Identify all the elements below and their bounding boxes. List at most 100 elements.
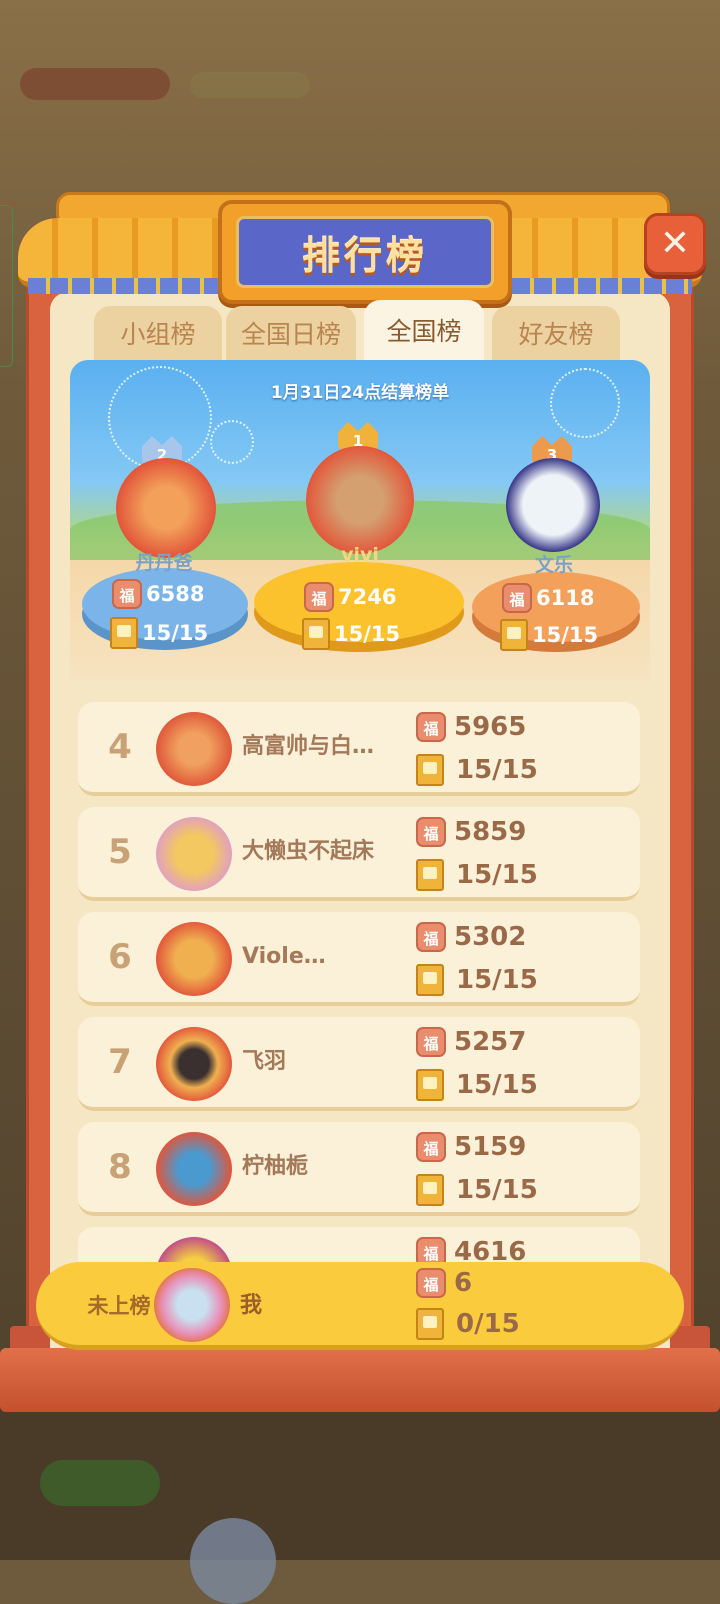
- my-rank: 未上榜: [87, 1294, 151, 1318]
- fu-icon: 福: [416, 1132, 446, 1162]
- podium-score-1: 福 7246: [304, 582, 396, 612]
- podium-progress-2-value: 15/15: [142, 621, 209, 645]
- podium-progress-2: 15/15: [110, 617, 208, 649]
- my-progress: 0/15: [416, 1308, 520, 1340]
- row-progress: 15/15: [416, 754, 538, 786]
- tab-national-daily[interactable]: 全国日榜: [226, 306, 356, 360]
- row-score: 福 5159: [416, 1132, 526, 1162]
- title-plaque: 排行榜: [218, 200, 512, 304]
- my-rank-row[interactable]: 未上榜 我 福6 0/15: [36, 1262, 684, 1350]
- settlement-note: 1月31日24点结算榜单: [270, 383, 450, 403]
- podium-progress-3: 15/15: [500, 619, 598, 651]
- row-score: 福 5302: [416, 922, 526, 952]
- my-score: 福6: [416, 1268, 472, 1298]
- tab-national[interactable]: 全国榜: [364, 300, 484, 360]
- row-name: 高富帅与白…: [242, 734, 375, 759]
- row-score: 福 5257: [416, 1027, 526, 1057]
- fu-icon: 福: [416, 817, 446, 847]
- my-score-value: 6: [454, 1268, 473, 1298]
- tab-friends[interactable]: 好友榜: [492, 306, 620, 360]
- book-icon: [416, 1308, 444, 1340]
- row-score-value: 5302: [454, 922, 527, 952]
- book-icon: [416, 754, 444, 786]
- book-icon: [110, 617, 138, 649]
- row-score: 福 5859: [416, 817, 526, 847]
- row-score-value: 5159: [454, 1132, 527, 1162]
- row-rank: 5: [108, 832, 132, 872]
- row-name: 柠柚栀: [242, 1154, 309, 1179]
- row-score-value: 5257: [454, 1027, 527, 1057]
- podium-progress-1-value: 15/15: [334, 622, 401, 646]
- avatar-rank-3[interactable]: [506, 458, 600, 552]
- row-progress-value: 15/15: [456, 755, 538, 785]
- row-score: 福 5965: [416, 712, 526, 742]
- tab-group[interactable]: 小组榜: [94, 306, 222, 360]
- avatar[interactable]: [154, 1268, 230, 1342]
- book-icon: [302, 618, 330, 650]
- row-progress-value: 15/15: [456, 1175, 538, 1205]
- fu-icon: 福: [112, 579, 142, 609]
- row-score-value: 5965: [454, 712, 527, 742]
- avatar[interactable]: [156, 1027, 232, 1101]
- podium-name-2: 丹丹爸: [135, 552, 193, 574]
- background-top-bar-2: [190, 72, 310, 98]
- row-progress: 15/15: [416, 859, 538, 891]
- fu-icon: 福: [416, 712, 446, 742]
- avatar-rank-1[interactable]: [306, 446, 414, 554]
- table-row[interactable]: 5 大懒虫不起床 福 5859 15/15: [78, 807, 640, 901]
- fu-icon: 福: [416, 1027, 446, 1057]
- fu-icon: 福: [416, 1268, 446, 1298]
- firework-icon: [210, 420, 254, 464]
- podium-progress-3-value: 15/15: [532, 623, 599, 647]
- book-icon: [416, 964, 444, 996]
- row-name: Viole…: [242, 944, 326, 969]
- book-icon: [416, 1174, 444, 1206]
- podium-score-2: 福 6588: [112, 579, 204, 609]
- avatar[interactable]: [156, 1132, 232, 1206]
- fu-icon: 福: [304, 582, 334, 612]
- table-row[interactable]: 8 柠柚栀 福 5159 15/15: [78, 1122, 640, 1216]
- background-top-bar: [20, 68, 170, 100]
- podium-progress-1: 15/15: [302, 618, 400, 650]
- row-progress: 15/15: [416, 1069, 538, 1101]
- row-progress-value: 15/15: [456, 1070, 538, 1100]
- row-rank: 7: [108, 1042, 132, 1082]
- row-name: 大懒虫不起床: [242, 839, 375, 864]
- row-rank: 8: [108, 1147, 132, 1187]
- podium-name-1: vivi: [341, 544, 379, 566]
- fu-icon: 福: [502, 583, 532, 613]
- book-icon: [416, 1069, 444, 1101]
- row-score-value: 5859: [454, 817, 527, 847]
- background-round-button: [190, 1518, 276, 1604]
- podium-score-3: 福 6118: [502, 583, 594, 613]
- close-button[interactable]: ✕: [644, 213, 706, 275]
- podium-score-1-value: 7246: [338, 585, 397, 609]
- panel-base: [0, 1348, 720, 1412]
- podium-score-2-value: 6588: [146, 582, 205, 606]
- fu-icon: 福: [416, 922, 446, 952]
- avatar[interactable]: [156, 817, 232, 891]
- row-progress-value: 15/15: [456, 965, 538, 995]
- close-icon: ✕: [659, 223, 691, 264]
- page-title: 排行榜: [301, 233, 428, 278]
- podium-name-3: 文乐: [534, 554, 573, 576]
- my-name: 我: [240, 1293, 263, 1318]
- avatar-rank-2[interactable]: [116, 458, 216, 558]
- background-green-button: [40, 1460, 160, 1506]
- avatar[interactable]: [156, 712, 232, 786]
- avatar[interactable]: [156, 922, 232, 996]
- book-icon: [416, 859, 444, 891]
- title-plaque-inner: 排行榜: [236, 216, 494, 288]
- top-three-podium: 1月31日24点结算榜单 2 丹丹爸 福 6588 15/15 1 vivi 福…: [70, 360, 650, 680]
- row-rank: 6: [108, 937, 132, 977]
- row-progress: 15/15: [416, 964, 538, 996]
- row-progress-value: 15/15: [456, 860, 538, 890]
- book-icon: [500, 619, 528, 651]
- table-row[interactable]: 6 Viole… 福 5302 15/15: [78, 912, 640, 1006]
- row-rank: 4: [108, 727, 132, 767]
- table-row[interactable]: 4 高富帅与白… 福 5965 15/15: [78, 702, 640, 796]
- row-progress: 15/15: [416, 1174, 538, 1206]
- table-row[interactable]: 7 飞羽 福 5257 15/15: [78, 1017, 640, 1111]
- podium-score-3-value: 6118: [536, 586, 595, 610]
- my-progress-value: 0/15: [456, 1309, 520, 1339]
